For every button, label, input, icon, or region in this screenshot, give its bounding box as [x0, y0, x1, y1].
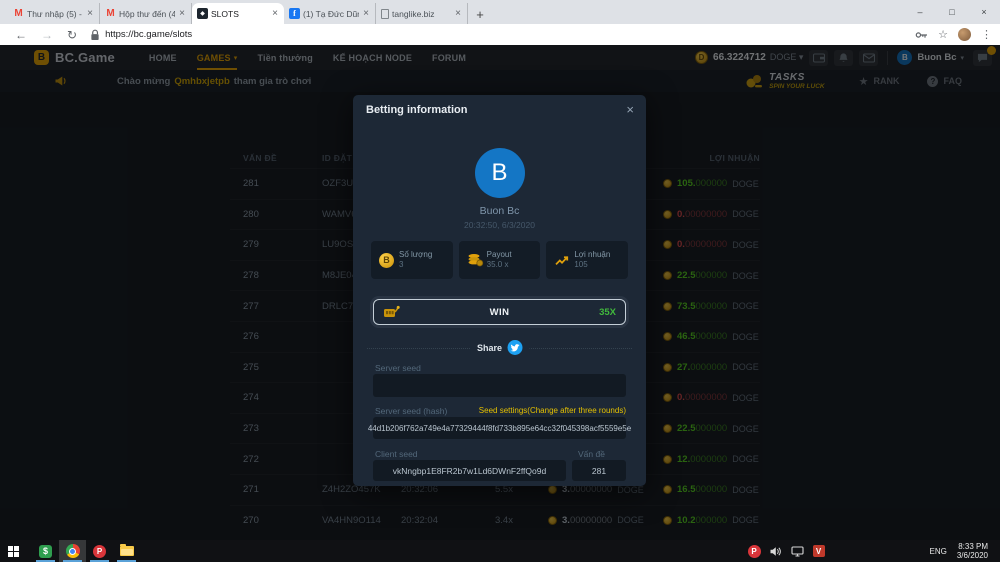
refresh-icon[interactable]: ↻ [67, 28, 77, 42]
dollar-app-icon: $ [39, 545, 52, 558]
client-seed-label: Client seed [375, 449, 418, 459]
share-button[interactable]: Share [470, 340, 529, 355]
stat-card-l-i-nhu-n: Lợi nhuận105 [546, 241, 628, 279]
new-tab-button[interactable]: + [468, 4, 492, 24]
tab-title: tanglike.biz [392, 9, 451, 19]
v-app-icon: V [813, 545, 825, 557]
tray-p-app[interactable]: P [748, 545, 761, 558]
tray-volume[interactable] [770, 546, 782, 557]
page-icon [381, 9, 389, 19]
modal-title: Betting information [366, 104, 467, 116]
maximize-button[interactable]: □ [936, 0, 968, 24]
browser-tab-slots[interactable]: ◆SLOTS× [192, 3, 284, 24]
clock[interactable]: 8:33 PM 3/6/2020 [957, 542, 988, 560]
close-tab-icon[interactable]: × [362, 8, 370, 19]
close-tab-icon[interactable]: × [271, 8, 279, 19]
betting-information-modal: Betting information × B Buon Bc 20:32:50… [353, 95, 646, 486]
bcgame-icon: ◆ [197, 8, 208, 19]
stat-label: Lợi nhuận [574, 250, 610, 260]
trend-up-icon [554, 254, 570, 266]
stat-value: 35.0 x [487, 260, 512, 270]
file-explorer-icon [120, 546, 134, 556]
server-seed-hash-input[interactable]: 44d1b206f762a749e4a77329444f8fd733b895e6… [373, 417, 626, 439]
start-button[interactable] [0, 540, 26, 562]
window-controls: – □ × [904, 0, 1000, 24]
result-label: WIN [400, 307, 599, 318]
tab-title: (1) Tạ Đức Dũng - Bóng Thanh N [303, 9, 359, 19]
browser-profile-avatar[interactable] [958, 28, 971, 41]
url-box[interactable]: https://bc.game/slots [90, 29, 905, 41]
share-row: Share [367, 340, 632, 356]
slot-machine-icon [383, 305, 400, 320]
language-indicator[interactable]: ENG [930, 547, 947, 556]
bet-timestamp: 20:32:50, 6/3/2020 [353, 220, 646, 230]
nonce-input[interactable]: 281 [572, 460, 626, 481]
server-seed-hash-label: Server seed (hash) [375, 406, 447, 416]
tab-title: SLOTS [211, 9, 268, 19]
stat-card-payout: Payout35.0 x [459, 241, 541, 279]
time-text: 8:33 PM [957, 542, 988, 551]
windows-taskbar: $ P P V ENG 8:33 PM 3/6/2020 [0, 540, 1000, 562]
menu-dots-icon[interactable]: ⋮ [981, 28, 992, 41]
player-name: Buon Bc [353, 205, 646, 217]
modal-close-icon[interactable]: × [626, 102, 634, 117]
gmail-icon: M [13, 8, 24, 19]
browser-tab-tanglike-biz[interactable]: tanglike.biz× [376, 3, 468, 24]
bet-result-bar: WIN 35X [373, 299, 626, 325]
close-tab-icon[interactable]: × [178, 8, 186, 19]
gmail-icon: M [105, 8, 116, 19]
stat-value: 105 [574, 260, 610, 270]
back-icon[interactable]: ← [15, 28, 27, 42]
close-button[interactable]: × [968, 0, 1000, 24]
p-app-icon: P [93, 545, 106, 558]
seed-settings-link[interactable]: Seed settings(Change after three rounds) [479, 406, 626, 415]
lock-icon [90, 29, 100, 41]
network-icon[interactable] [791, 546, 804, 557]
minimize-button[interactable]: – [904, 0, 936, 24]
browser-tab-1-t-c-d-ng-b-ng-thanh-n[interactable]: f(1) Tạ Đức Dũng - Bóng Thanh N× [284, 3, 376, 24]
server-seed-input[interactable] [373, 374, 626, 397]
close-tab-icon[interactable]: × [86, 8, 94, 19]
client-seed-input[interactable]: vkNngbp1E8FR2b7w1Ld6DWnF2ffQo9d [373, 460, 566, 481]
tab-title: Thư nhập (5) - thoai14071997@ [27, 9, 83, 19]
url-text[interactable]: https://bc.game/slots [105, 29, 192, 40]
server-seed-label: Server seed [375, 363, 421, 373]
stat-card-s-l-ng: B Số lượng3 [371, 241, 453, 279]
volume-icon[interactable] [770, 546, 782, 557]
tray-v-app[interactable]: V [813, 545, 825, 557]
browser-tab-th-nh-p-5-thoai14071997[interactable]: MThư nhập (5) - thoai14071997@× [8, 3, 100, 24]
close-tab-icon[interactable]: × [454, 8, 462, 19]
browser-tab-h-p-th-n-4-bcgamebouns[interactable]: MHộp thư đến (4) - bcgamebouns× [100, 3, 192, 24]
taskbar-app-chrome[interactable] [59, 540, 86, 562]
taskbar-app-p-app[interactable]: P [86, 540, 113, 562]
twitter-icon[interactable] [507, 340, 522, 355]
stat-label: Payout [487, 250, 512, 260]
stat-value: 3 [399, 260, 432, 270]
nonce-label: Vấn đề [578, 449, 605, 459]
forward-icon[interactable]: → [41, 28, 53, 42]
player-avatar: B [475, 148, 525, 198]
bookmark-star-icon[interactable]: ☆ [938, 28, 948, 41]
browser-chrome: MThư nhập (5) - thoai14071997@×MHộp thư … [0, 0, 1000, 45]
taskbar-app-file-explorer[interactable] [113, 540, 140, 562]
windows-logo-icon [8, 546, 19, 557]
taskbar-app-dollar-app[interactable]: $ [32, 540, 59, 562]
stat-label: Số lượng [399, 250, 432, 260]
date-text: 3/6/2020 [957, 551, 988, 560]
toolbar-right: ☆ ⋮ [905, 28, 992, 41]
tray-network[interactable] [791, 546, 804, 557]
address-bar: ← → ↻ https://bc.game/slots ☆ ⋮ [0, 24, 1000, 45]
bcgame-page: B BC.Game HOMEGAMES▾Tiền thưởngKẾ HOẠCH … [0, 45, 1000, 540]
screen: MThư nhập (5) - thoai14071997@×MHộp thư … [0, 0, 1000, 562]
facebook-icon: f [289, 8, 300, 19]
browser-tab-strip: MThư nhập (5) - thoai14071997@×MHộp thư … [0, 0, 1000, 24]
chrome-icon [66, 544, 80, 558]
key-icon[interactable] [915, 30, 928, 40]
coin-icon: B [379, 253, 394, 268]
tab-title: Hộp thư đến (4) - bcgamebouns [119, 9, 175, 19]
result-multiplier: 35X [599, 307, 616, 318]
p-app-icon: P [748, 545, 761, 558]
coins-stack-icon [467, 253, 484, 267]
